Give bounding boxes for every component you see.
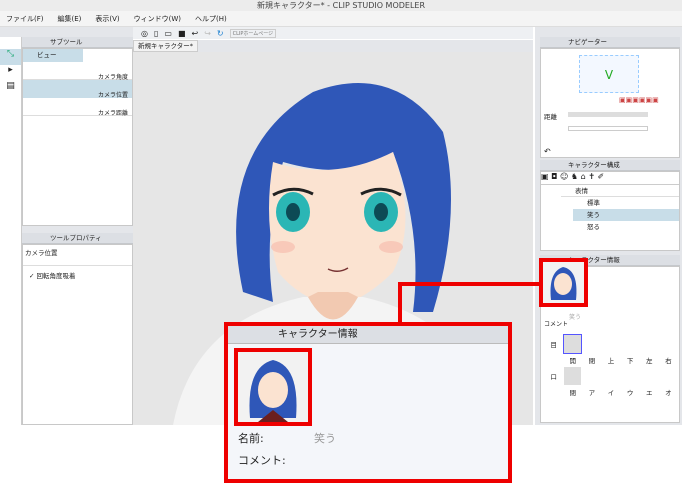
name-value-small: 笑う (569, 314, 582, 321)
mouth-thumb[interactable] (564, 367, 582, 385)
subtool-group-view[interactable]: ビュー (23, 49, 83, 62)
eye-option[interactable]: 左 (641, 355, 658, 365)
toolprop-panel: カメラ位置 ✓ 回転角度吸着 (22, 244, 133, 425)
tab-charstruct[interactable]: キャラクター構成 (540, 160, 680, 171)
character-thumbnail (543, 262, 584, 303)
category-icons[interactable]: ▣ ◘ ☺ ♞ ⌂ ✝ ✐ (541, 172, 679, 185)
menu-edit[interactable]: 編集(E) (58, 14, 82, 24)
title-bar: 新規キャラクター* - CLIP STUDIO MODELER (0, 0, 682, 11)
view-tool-icon[interactable]: ⤡ (0, 49, 21, 65)
subtool-camera-distance[interactable]: カメラ距離 (23, 98, 132, 117)
toolbar: ◎ ▯ ▭ ■ ↩ ↪ ↻ CLIPホームページ (133, 27, 533, 39)
tab-toolprop[interactable]: ツールプロパティ (22, 233, 133, 244)
tab-subtool[interactable]: サブツール (22, 37, 133, 48)
comment-label-small: コメント (544, 321, 569, 328)
eye-label: 目 (550, 341, 557, 349)
eye-option[interactable]: 開 (564, 355, 581, 365)
callout-thumbnail (234, 348, 312, 426)
menu-view[interactable]: 表示(V) (95, 14, 119, 24)
mouth-option[interactable]: ウ (622, 387, 639, 397)
save-icon[interactable]: ■ (178, 29, 186, 38)
menu-bar: ファイル(F) 編集(E) 表示(V) ウィンドウ(W) ヘルプ(H) (0, 11, 682, 27)
toolprop-title: カメラ位置 (25, 249, 58, 257)
navigator-panel: V ▣▣▣▣▣▣ 距離 ↶ (540, 48, 680, 158)
check-icon: ✓ (29, 272, 37, 280)
callout-tab[interactable]: キャラクター情報 (228, 326, 508, 344)
thumbnail-highlight (539, 258, 588, 307)
new-icon[interactable]: ▯ (154, 29, 158, 38)
distance-slider[interactable] (568, 112, 648, 117)
comment-label: コメント: (238, 454, 286, 467)
left-panels: ⤡ ▸ ▤ サブツール ビュー カメラ角度 カメラ位置 カメラ距離 ツールプロパ… (0, 27, 133, 425)
name-value: 笑う (314, 432, 336, 445)
eye-thumb[interactable] (563, 334, 583, 354)
subtool-panel: ビュー カメラ角度 カメラ位置 カメラ距離 (22, 48, 133, 226)
subtool-camera-angle[interactable]: カメラ角度 (23, 62, 132, 81)
mouth-option[interactable]: エ (641, 387, 658, 397)
mouth-option[interactable]: 閉 (564, 387, 581, 397)
refresh-icon[interactable]: ↻ (217, 29, 224, 38)
mouth-option[interactable]: オ (660, 387, 677, 397)
mouth-option[interactable]: ア (583, 387, 600, 397)
view-cube-icons[interactable]: ▣▣▣▣▣▣ (619, 96, 659, 104)
eye-option[interactable]: 閉 (583, 355, 600, 365)
name-label: 名前: (238, 432, 264, 445)
mouth-label: 口 (550, 373, 557, 381)
tool-palette: ⤡ ▸ ▤ (0, 37, 22, 425)
open-icon[interactable]: ▭ (164, 29, 172, 38)
eye-option[interactable]: 右 (660, 355, 677, 365)
expression-item[interactable]: 標準 (573, 197, 679, 209)
undo-icon[interactable]: ↩ (192, 29, 199, 38)
character-thumbnail (238, 352, 308, 422)
charstruct-panel: ▣ ◘ ☺ ♞ ⌂ ✝ ✐ 表情 標準 笑う 怒る (540, 171, 680, 251)
expression-item[interactable]: 笑う (573, 209, 679, 221)
eye-option[interactable]: 上 (602, 355, 619, 365)
tab-navigator[interactable]: ナビゲーター (540, 37, 680, 48)
document-tabs: 新規キャラクター* (133, 40, 533, 52)
tab-document[interactable]: 新規キャラクター* (133, 40, 198, 52)
eye-mouth-grid: 目 開閉上下左右 口 閉アイウエオ (543, 333, 679, 399)
select-tool-icon[interactable]: ▸ (0, 65, 21, 81)
redo-icon[interactable]: ↪ (204, 29, 211, 38)
navigator-view[interactable]: V (579, 55, 639, 93)
callout-line (398, 282, 541, 286)
snap-rotation-checkbox[interactable]: ✓ 回転角度吸着 (23, 265, 132, 284)
menu-file[interactable]: ファイル(F) (6, 14, 44, 24)
folder-expression[interactable]: 表情 (561, 185, 679, 197)
home-button[interactable]: CLIPホームページ (229, 28, 277, 38)
right-panels: ナビゲーター V ▣▣▣▣▣▣ 距離 ↶ キャラクター構成 ▣ ◘ ☺ ♞ ⌂ … (535, 27, 682, 425)
eye-option[interactable]: 下 (622, 355, 639, 365)
undo-view-icon[interactable]: ↶ (544, 147, 551, 156)
eye-icon[interactable]: ◎ (141, 29, 148, 38)
menu-window[interactable]: ウィンドウ(W) (134, 14, 181, 24)
callout-line (398, 282, 402, 324)
charinfo-zoom-callout: キャラクター情報 名前: 笑う コメント: (224, 322, 512, 483)
checkbox-label: 回転角度吸着 (36, 272, 76, 280)
subtool-camera-position[interactable]: カメラ位置 (23, 80, 132, 99)
clipboard-tool-icon[interactable]: ▤ (0, 81, 21, 97)
menu-help[interactable]: ヘルプ(H) (195, 14, 227, 24)
mouth-option[interactable]: イ (602, 387, 619, 397)
distance-label: 距離 (544, 113, 557, 121)
zoom-slider[interactable] (568, 126, 648, 131)
expression-item[interactable]: 怒る (573, 221, 679, 233)
